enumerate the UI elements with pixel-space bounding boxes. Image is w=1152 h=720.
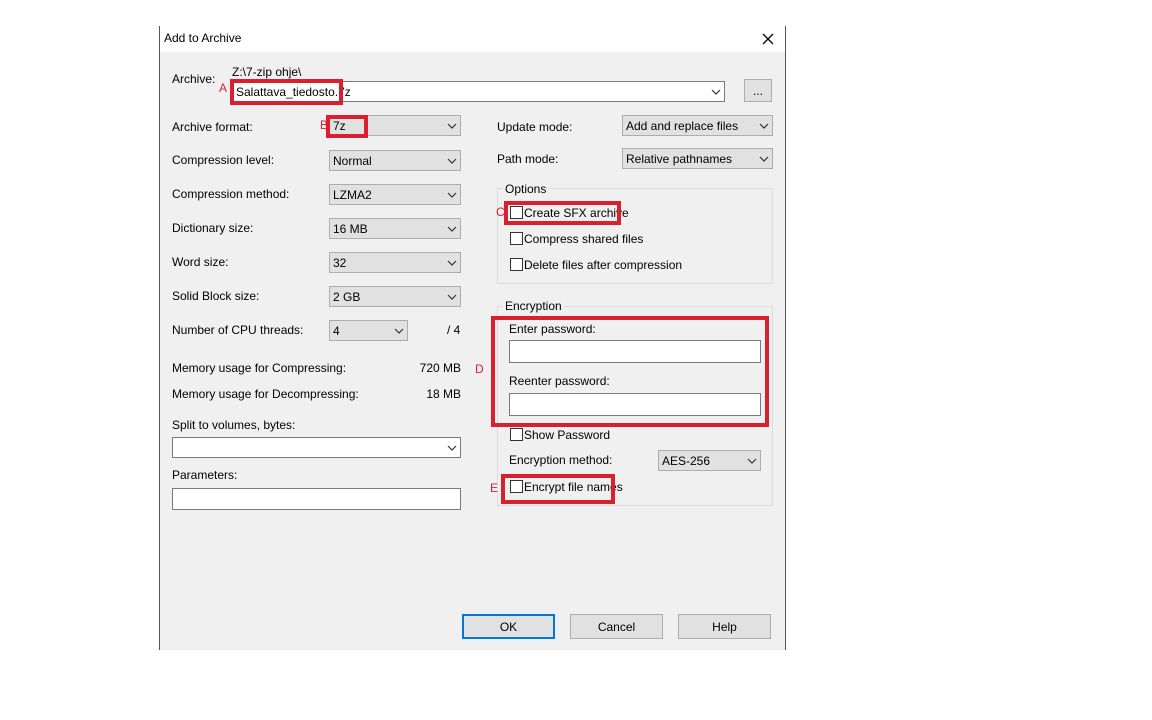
compress-shared-label: Compress shared files xyxy=(524,232,644,246)
archive-format-label: Archive format: xyxy=(172,120,253,134)
chevron-down-icon[interactable] xyxy=(711,87,721,97)
chevron-down-icon[interactable] xyxy=(447,443,457,453)
marker-c: C xyxy=(496,205,505,219)
split-volumes-combo[interactable] xyxy=(172,437,461,458)
chevron-down-icon[interactable] xyxy=(394,326,404,336)
parameters-input[interactable] xyxy=(172,488,461,510)
options-group-title: Options xyxy=(503,182,549,196)
compress-shared-checkbox[interactable] xyxy=(510,232,523,245)
show-password-checkbox[interactable] xyxy=(510,428,523,441)
dictionary-size-select[interactable]: 16 MB xyxy=(329,218,461,239)
memory-decompressing-value: 18 MB xyxy=(426,387,461,401)
memory-compressing-value: 720 MB xyxy=(419,361,461,375)
close-button[interactable] xyxy=(756,28,780,50)
help-button[interactable]: Help xyxy=(678,614,771,639)
dictionary-size-value: 16 MB xyxy=(333,222,368,236)
memory-decompressing-label: Memory usage for Decompressing: xyxy=(172,387,359,401)
chevron-down-icon[interactable] xyxy=(447,156,457,166)
compression-method-select[interactable]: LZMA2 xyxy=(329,184,461,205)
chevron-down-icon[interactable] xyxy=(447,190,457,200)
highlight-archive-format xyxy=(326,115,368,138)
chevron-down-icon[interactable] xyxy=(759,121,769,131)
compression-method-value: LZMA2 xyxy=(333,188,372,202)
title-bar: Add to Archive xyxy=(160,26,785,52)
word-size-label: Word size: xyxy=(172,255,229,269)
marker-e: E xyxy=(490,481,499,495)
path-mode-value: Relative pathnames xyxy=(626,152,733,166)
compression-method-label: Compression method: xyxy=(172,187,290,201)
update-mode-label: Update mode: xyxy=(497,120,573,134)
encryption-method-label: Encryption method: xyxy=(509,453,613,467)
split-volumes-label: Split to volumes, bytes: xyxy=(172,418,296,432)
path-mode-label: Path mode: xyxy=(497,152,559,166)
word-size-value: 32 xyxy=(333,256,347,270)
browse-button[interactable]: ... xyxy=(744,79,772,102)
update-mode-value: Add and replace files xyxy=(626,119,739,133)
encryption-method-select[interactable]: AES-256 xyxy=(658,450,761,471)
chevron-down-icon[interactable] xyxy=(447,224,457,234)
show-password-label: Show Password xyxy=(524,428,611,442)
close-icon xyxy=(762,33,774,45)
delete-after-checkbox[interactable] xyxy=(510,258,523,271)
solid-block-size-select[interactable]: 2 GB xyxy=(329,286,461,307)
chevron-down-icon[interactable] xyxy=(747,456,757,466)
archive-label: Archive: xyxy=(172,72,216,86)
word-size-select[interactable]: 32 xyxy=(329,252,461,273)
marker-a: A xyxy=(219,81,228,95)
memory-compressing-label: Memory usage for Compressing: xyxy=(172,361,347,375)
cancel-button[interactable]: Cancel xyxy=(570,614,663,639)
chevron-down-icon[interactable] xyxy=(447,121,457,131)
marker-b: B xyxy=(320,118,329,132)
update-mode-select[interactable]: Add and replace files xyxy=(622,115,773,136)
cpu-threads-label: Number of CPU threads: xyxy=(172,323,304,337)
archive-path: Z:\7-zip ohje\ xyxy=(232,65,302,79)
chevron-down-icon[interactable] xyxy=(759,154,769,164)
highlight-encrypt-file-names xyxy=(501,474,615,504)
highlight-password-fields xyxy=(491,316,769,427)
highlight-create-sfx xyxy=(504,201,621,225)
ok-button[interactable]: OK xyxy=(462,614,555,639)
compression-level-select[interactable]: Normal xyxy=(329,150,461,171)
chevron-down-icon[interactable] xyxy=(447,292,457,302)
marker-d: D xyxy=(475,362,484,376)
solid-block-size-label: Solid Block size: xyxy=(172,289,260,303)
cpu-threads-value: 4 xyxy=(333,324,340,338)
path-mode-select[interactable]: Relative pathnames xyxy=(622,148,773,169)
cpu-threads-total: / 4 xyxy=(447,323,461,337)
cpu-threads-select[interactable]: 4 xyxy=(329,320,408,341)
compression-level-value: Normal xyxy=(333,154,372,168)
chevron-down-icon[interactable] xyxy=(447,258,457,268)
parameters-label: Parameters: xyxy=(172,468,238,482)
encryption-method-value: AES-256 xyxy=(662,454,711,468)
dictionary-size-label: Dictionary size: xyxy=(172,221,254,235)
solid-block-size-value: 2 GB xyxy=(333,290,361,304)
highlight-archive-name xyxy=(230,79,343,105)
compression-level-label: Compression level: xyxy=(172,153,275,167)
delete-after-label: Delete files after compression xyxy=(524,258,683,272)
encryption-group-title: Encryption xyxy=(503,299,564,313)
dialog-title: Add to Archive xyxy=(164,31,242,45)
